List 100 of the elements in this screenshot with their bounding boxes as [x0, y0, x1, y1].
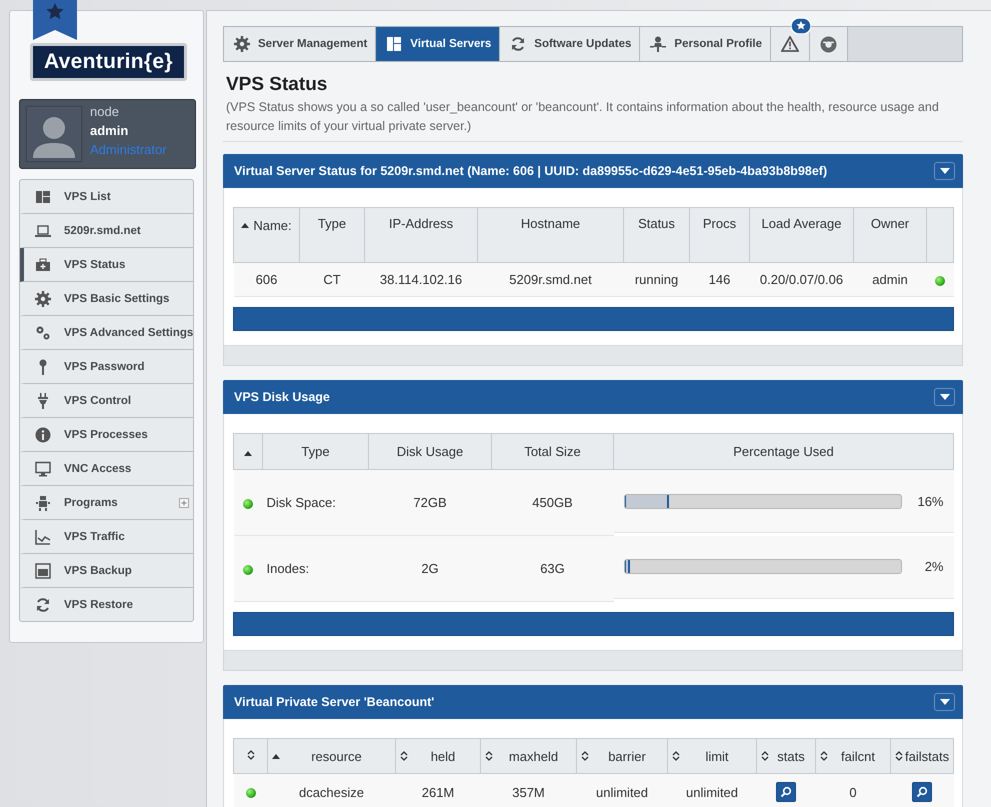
table-cell: CT	[300, 262, 364, 296]
table-cell: 146	[690, 262, 750, 296]
table-cell: admin	[854, 262, 926, 296]
collapse-button[interactable]	[934, 693, 955, 711]
status-dot-icon	[243, 498, 253, 509]
sidebar-item[interactable]: VNC Access	[20, 452, 193, 486]
table-cell: 0	[816, 774, 890, 807]
layout-icon	[35, 188, 51, 204]
gear-icon	[234, 36, 250, 52]
column-header[interactable]: failstats	[890, 738, 954, 774]
sidebar-item[interactable]: Programs	[20, 486, 193, 520]
ribbon-star-icon	[33, 0, 77, 40]
column-header[interactable]: Percentage Used	[614, 434, 954, 470]
column-header[interactable]: Type	[262, 434, 368, 470]
table-cell: 450GB	[492, 470, 614, 536]
column-header[interactable]: IP-Address	[364, 208, 478, 262]
table-cell: unlimited	[668, 774, 756, 807]
user-name: admin	[90, 122, 130, 140]
chart-icon	[35, 528, 51, 544]
sidebar-item[interactable]: VPS Backup	[20, 554, 193, 588]
info-icon	[35, 426, 51, 442]
sidebar-item[interactable]: VPS Advanced Settings	[20, 316, 193, 350]
status-dot-icon	[243, 564, 253, 575]
table-cell: 606	[234, 262, 300, 296]
sidebar-item[interactable]: VPS Control	[20, 384, 193, 418]
panel-title: VPS Disk Usage	[234, 390, 330, 404]
search-icon	[780, 786, 792, 798]
header-cell[interactable]	[234, 434, 262, 470]
caret-icon	[940, 168, 950, 174]
table-cell: 38.114.102.16	[364, 262, 478, 296]
table-cell: 0.20/0.07/0.06	[750, 262, 854, 296]
table-cell: 357M	[480, 774, 576, 807]
laptop-icon	[35, 222, 51, 238]
avatar-icon	[26, 106, 82, 162]
plug-icon	[35, 392, 51, 408]
table-cell: 2G	[368, 536, 492, 602]
column-header[interactable]: resource	[268, 738, 396, 774]
column-header[interactable]: Status	[624, 208, 690, 262]
table-cell: unlimited	[576, 774, 668, 807]
star-badge-icon	[790, 18, 811, 34]
header-cell[interactable]	[234, 738, 268, 774]
toolbox-icon	[35, 256, 51, 272]
refresh-icon	[35, 596, 51, 612]
stats-button[interactable]	[776, 782, 796, 802]
column-header[interactable]: Disk Usage	[368, 434, 492, 470]
sidebar-item[interactable]: VPS Traffic	[20, 520, 193, 554]
monitor-icon	[35, 460, 51, 476]
table-cell: 261M	[396, 774, 480, 807]
column-header[interactable]: held	[396, 738, 480, 774]
column-header[interactable]: failcnt	[816, 738, 890, 774]
column-header[interactable]: limit	[668, 738, 756, 774]
collapse-button[interactable]	[934, 162, 955, 180]
sidebar-item[interactable]: 5209r.smd.net	[20, 214, 193, 248]
column-header[interactable]: Procs	[690, 208, 750, 262]
table-cell: 72GB	[368, 470, 492, 536]
column-header[interactable]: maxheld	[480, 738, 576, 774]
table-cell: Inodes:	[262, 536, 368, 602]
column-header[interactable]: stats	[756, 738, 816, 774]
gear-icon	[35, 290, 51, 306]
node-label: node	[90, 103, 120, 121]
column-header[interactable]: Load Average	[750, 208, 854, 262]
expand-icon[interactable]	[179, 498, 189, 508]
caret-icon	[940, 699, 950, 705]
nav-tab[interactable]: Server Management	[224, 27, 376, 61]
collapse-button[interactable]	[934, 388, 955, 406]
sidebar-item[interactable]: VPS Restore	[20, 588, 193, 621]
column-header[interactable]: Total Size	[492, 434, 614, 470]
column-header[interactable]: Hostname	[478, 208, 624, 262]
page-description: (VPS Status shows you a so called 'user_beancount' or 'beancount'. It contains information about the health, resource usage and resource limits of your virtual private server.)	[226, 99, 940, 135]
table-cell: Disk Space:	[262, 470, 368, 536]
table-cell: 5209r.smd.net	[478, 262, 624, 296]
percentage-text: 2%	[924, 559, 944, 574]
sidebar-item[interactable]: VPS Status	[20, 248, 193, 282]
refresh-icon	[510, 36, 526, 52]
percentage-text: 16%	[916, 494, 944, 508]
status-dot-icon	[246, 788, 256, 798]
gears-icon	[35, 324, 51, 340]
sort-icon	[246, 748, 254, 760]
table-cell: 63G	[492, 536, 614, 602]
table-cell: running	[624, 262, 690, 296]
status-dot-icon	[935, 276, 945, 286]
sidebar-item[interactable]: VPS Processes	[20, 418, 193, 452]
warning-icon	[780, 36, 799, 52]
sidebar-item[interactable]: VPS List	[20, 180, 193, 214]
sidebar-item[interactable]: VPS Password	[20, 350, 193, 384]
column-header[interactable]: Type	[300, 208, 364, 262]
column-header[interactable]: barrier	[576, 738, 668, 774]
nav-tab[interactable]: Virtual Servers	[376, 27, 500, 61]
failstats-button[interactable]	[912, 782, 932, 802]
nav-tab[interactable]: Software Updates	[500, 27, 640, 61]
archive-icon	[35, 562, 51, 578]
caret-icon	[940, 394, 950, 400]
lifebuoy-icon	[820, 36, 837, 52]
column-header[interactable]: Name:	[234, 208, 300, 262]
sidebar-item[interactable]: VPS Basic Settings	[20, 282, 193, 316]
logo[interactable]: Aventurin{e}	[30, 43, 187, 81]
nav-tab[interactable]: Personal Profile	[640, 27, 771, 61]
sort-ascending-icon	[244, 450, 252, 456]
column-header[interactable]: Owner	[854, 208, 926, 262]
support-tab[interactable]	[810, 27, 848, 61]
